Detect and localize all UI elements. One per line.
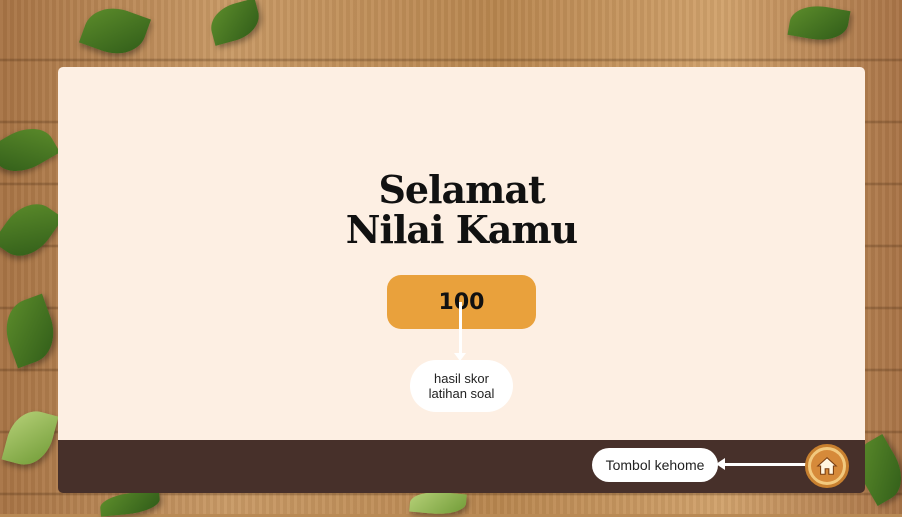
score-caption: hasil skor latihan soal (410, 360, 513, 412)
home-button[interactable] (805, 444, 849, 488)
score-pointer-line (459, 302, 462, 357)
title-line-1: Selamat (378, 167, 545, 212)
home-caption: Tombol kehome (592, 448, 718, 482)
score-caption-line-2: latihan soal (428, 386, 495, 401)
footer-bar (58, 440, 865, 493)
result-card: Selamat Nilai Kamu 100 hasil skor latiha… (58, 67, 865, 440)
score-caption-line-1: hasil skor (434, 371, 489, 386)
home-button-inner (811, 450, 843, 482)
home-icon (816, 457, 838, 475)
title-line-2: Nilai Kamu (345, 207, 578, 252)
home-pointer-line (720, 463, 808, 466)
page-title: Selamat Nilai Kamu (58, 170, 865, 250)
